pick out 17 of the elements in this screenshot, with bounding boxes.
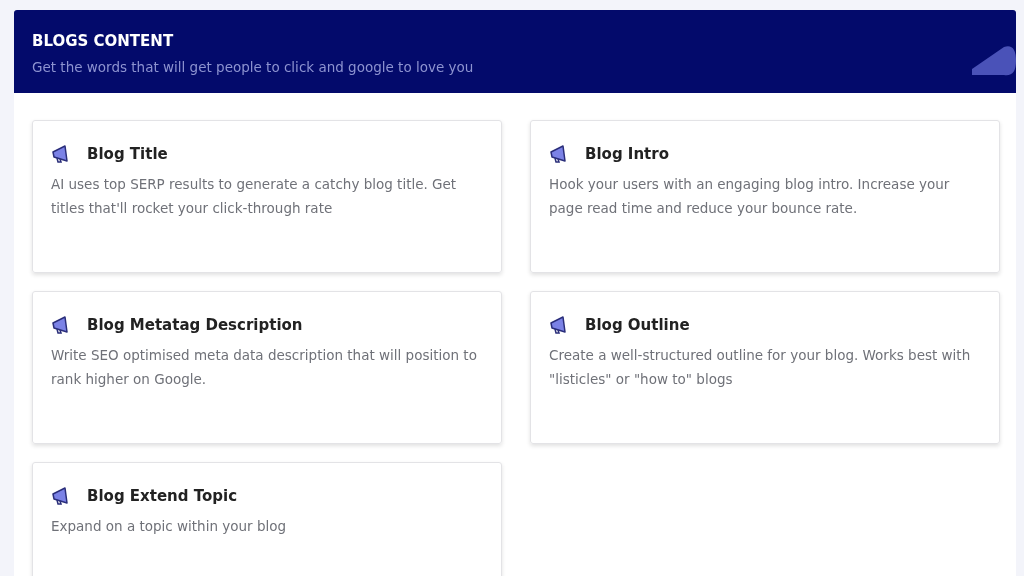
card-description: Hook your users with an engaging blog intro. Increase your page read time and reduce your bounce rate. xyxy=(549,174,951,218)
card-description: Write SEO optimised meta data description that will position to rank higher on Google. xyxy=(51,345,478,389)
card-title: Blog Outline xyxy=(585,315,690,336)
tool-card[interactable]: Blog Intro Hook your users with an engaging blog intro. Increase your page read time and reduce your bounce rate. xyxy=(530,120,1000,273)
section-subtitle: Get the words that will get people to click and google to love you xyxy=(32,57,474,77)
card-description: Expand on a topic within your blog xyxy=(51,516,288,536)
card-title: Blog Intro xyxy=(585,144,669,165)
card-description: Create a well-structured outline for your blog. Works best with "listicles" or "how to" blogs xyxy=(549,345,972,389)
section-title: BLOGS CONTENT xyxy=(32,31,175,52)
tool-card[interactable]: Blog Extend Topic Expand on a topic within your blog xyxy=(32,462,502,576)
tool-card[interactable]: Blog Metatag Description Write SEO optimised meta data description that will position to rank higher on Google. xyxy=(32,291,502,444)
card-description: AI uses top SERP results to generate a catchy blog title. Get titles that'll rocket your click-through rate xyxy=(51,174,458,218)
card-title: Blog Title xyxy=(87,144,168,165)
tool-card[interactable]: Blog Outline Create a well-structured outline for your blog. Works best with "listicles" or "how to" blogs xyxy=(530,291,1000,444)
card-title: Blog Extend Topic xyxy=(87,486,238,507)
tool-card[interactable]: Blog Title AI uses top SERP results to generate a catchy blog title. Get titles that'll rocket your click-through rate xyxy=(32,120,502,273)
card-title: Blog Metatag Description xyxy=(87,315,303,336)
